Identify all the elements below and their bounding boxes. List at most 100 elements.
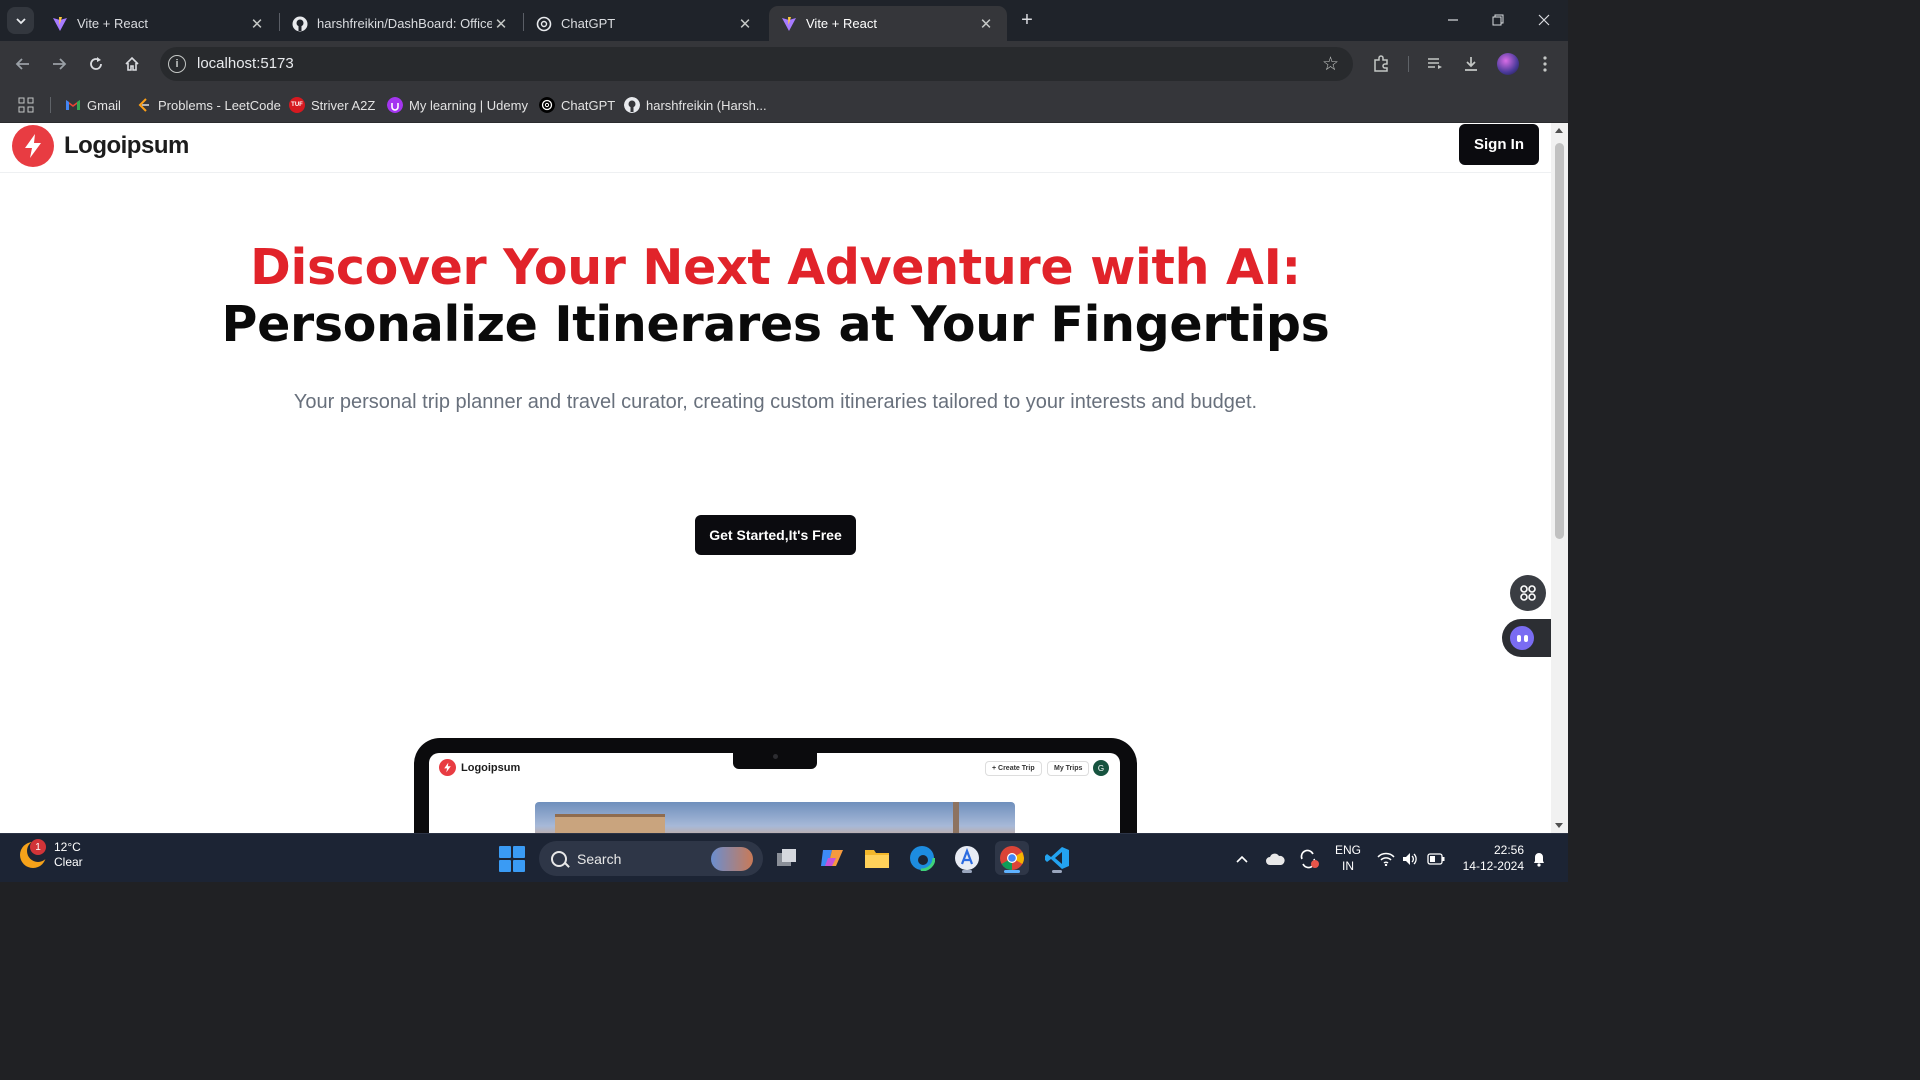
vite-icon (53, 16, 67, 31)
extensions-button[interactable] (1368, 51, 1394, 77)
close-window-button[interactable] (1521, 0, 1567, 40)
language-code: ENG (1334, 843, 1361, 857)
battery-button[interactable] (1427, 834, 1445, 883)
assistant-widget-button[interactable] (1502, 619, 1551, 657)
bookmark-star-icon[interactable]: ☆ (1322, 53, 1339, 76)
close-tab-icon[interactable]: ✕ (977, 15, 995, 33)
task-view-button[interactable] (770, 841, 804, 875)
restore-button[interactable] (1475, 0, 1521, 40)
close-tab-icon[interactable]: ✕ (736, 15, 754, 33)
show-hidden-icons-button[interactable] (1235, 834, 1249, 883)
tab-title: harshfreikin/DashBoard: Office (317, 16, 492, 31)
sync-button[interactable] (1298, 834, 1320, 883)
tab-search-button[interactable] (7, 7, 34, 34)
running-indicator (1052, 870, 1062, 873)
tab-vite-react-active[interactable]: Vite + React ✕ (769, 6, 1007, 41)
tab-title: ChatGPT (561, 16, 616, 31)
forward-button[interactable] (46, 51, 72, 77)
tab-chatgpt[interactable]: ChatGPT ✕ (524, 6, 766, 41)
get-started-button[interactable]: Get Started,It's Free (695, 515, 856, 555)
bookmark-github[interactable]: harshfreikin (Harsh... (624, 95, 767, 115)
sign-in-button[interactable]: Sign In (1459, 124, 1539, 165)
onedrive-button[interactable] (1265, 834, 1285, 883)
bookmark-label: My learning | Udemy (409, 97, 528, 113)
file-explorer-button[interactable] (860, 841, 894, 875)
chrome-button[interactable] (995, 841, 1029, 875)
app-store-button[interactable] (950, 841, 984, 875)
bookmarks-bar: Gmail Problems - LeetCode TUF Striver A2… (0, 87, 1568, 123)
bookmark-striver[interactable]: TUF Striver A2Z (289, 95, 375, 115)
notification-badge: 1 (30, 839, 46, 855)
preview-logo-text: Logoipsum (461, 761, 521, 774)
preview-create-trip-button: + Create Trip (985, 761, 1042, 776)
scrollbar-thumb[interactable] (1555, 143, 1564, 539)
playlist-icon (1428, 58, 1442, 69)
site-info-icon[interactable]: i (168, 55, 186, 73)
reload-button[interactable] (83, 51, 109, 77)
windows-logo-pane (499, 846, 511, 858)
app-store-icon (955, 846, 979, 870)
minimize-button[interactable] (1430, 0, 1476, 40)
bookmark-gmail[interactable]: Gmail (65, 95, 121, 115)
downloads-button[interactable] (1458, 51, 1484, 77)
back-button[interactable] (10, 51, 36, 77)
notifications-button[interactable] (1532, 834, 1546, 883)
bell-icon (1534, 852, 1544, 867)
chevron-up-icon (1236, 855, 1248, 863)
scroll-down-icon[interactable] (1555, 823, 1563, 828)
preview-hero-image (535, 802, 1015, 833)
bookmark-chatgpt[interactable]: ChatGPT (539, 95, 615, 115)
vscode-button[interactable] (1040, 841, 1074, 875)
url-text: localhost:5173 (197, 55, 294, 72)
github-icon (292, 16, 308, 31)
arrow-left-icon (15, 58, 29, 70)
edge-icon (909, 845, 935, 871)
tuf-icon: TUF (289, 97, 305, 113)
preview-building (555, 814, 665, 833)
more-vert-icon (1543, 56, 1547, 72)
media-control-button[interactable] (1422, 51, 1448, 77)
vscode-icon (1045, 847, 1069, 869)
menu-button[interactable] (1532, 51, 1558, 77)
weather-condition: Clear (54, 855, 83, 869)
home-button[interactable] (119, 51, 145, 77)
tab-vite-react-1[interactable]: Vite + React ✕ (40, 6, 278, 41)
windows-taskbar: 1 12°C Clear Search ENG IN 22:56 14-12-2… (0, 833, 1568, 882)
system-clock[interactable]: 22:56 14-12-2024 (1458, 842, 1524, 874)
hero-title-line1: Discover Your Next Adventure with AI: (250, 239, 1301, 296)
volume-button[interactable] (1402, 834, 1418, 883)
bookmark-udemy[interactable]: My learning | Udemy (387, 95, 528, 115)
page-scrollbar[interactable] (1551, 123, 1568, 833)
close-tab-icon[interactable]: ✕ (492, 15, 510, 33)
preview-tower (953, 802, 959, 833)
network-button[interactable] (1377, 834, 1395, 883)
taskbar-search[interactable]: Search (539, 841, 763, 876)
copilot-button[interactable] (815, 841, 849, 875)
site-logo[interactable]: Logoipsum (12, 125, 189, 167)
minimize-icon (1448, 19, 1458, 21)
clock-time: 22:56 (1493, 843, 1524, 857)
battery-icon (1427, 852, 1445, 865)
floating-apps-button[interactable] (1510, 575, 1546, 611)
apps-button[interactable] (18, 95, 34, 115)
language-indicator[interactable]: ENG IN (1333, 842, 1363, 874)
scroll-up-icon[interactable] (1555, 128, 1563, 133)
vite-icon (782, 16, 796, 31)
bookmark-leetcode[interactable]: Problems - LeetCode (136, 95, 281, 115)
bookmark-label: Problems - LeetCode (158, 97, 281, 113)
active-indicator (1004, 870, 1020, 873)
edge-button[interactable] (905, 841, 939, 875)
new-tab-button[interactable]: + (1016, 9, 1038, 31)
apps-grid-icon (18, 97, 34, 113)
toolbar-divider (1408, 56, 1409, 72)
command-icon (1520, 585, 1536, 601)
address-bar[interactable]: i localhost:5173 ☆ (160, 47, 1353, 81)
preview-my-trips-button: My Trips (1047, 761, 1090, 776)
bolt-logo-icon (12, 125, 54, 167)
profile-avatar[interactable] (1495, 51, 1521, 77)
weather-widget[interactable]: 1 12°C Clear (20, 839, 83, 870)
bookmarks-divider (50, 97, 51, 113)
close-tab-icon[interactable]: ✕ (248, 15, 266, 33)
start-button[interactable] (499, 846, 525, 872)
tab-github-dashboard[interactable]: harshfreikin/DashBoard: Office ✕ (280, 6, 522, 41)
